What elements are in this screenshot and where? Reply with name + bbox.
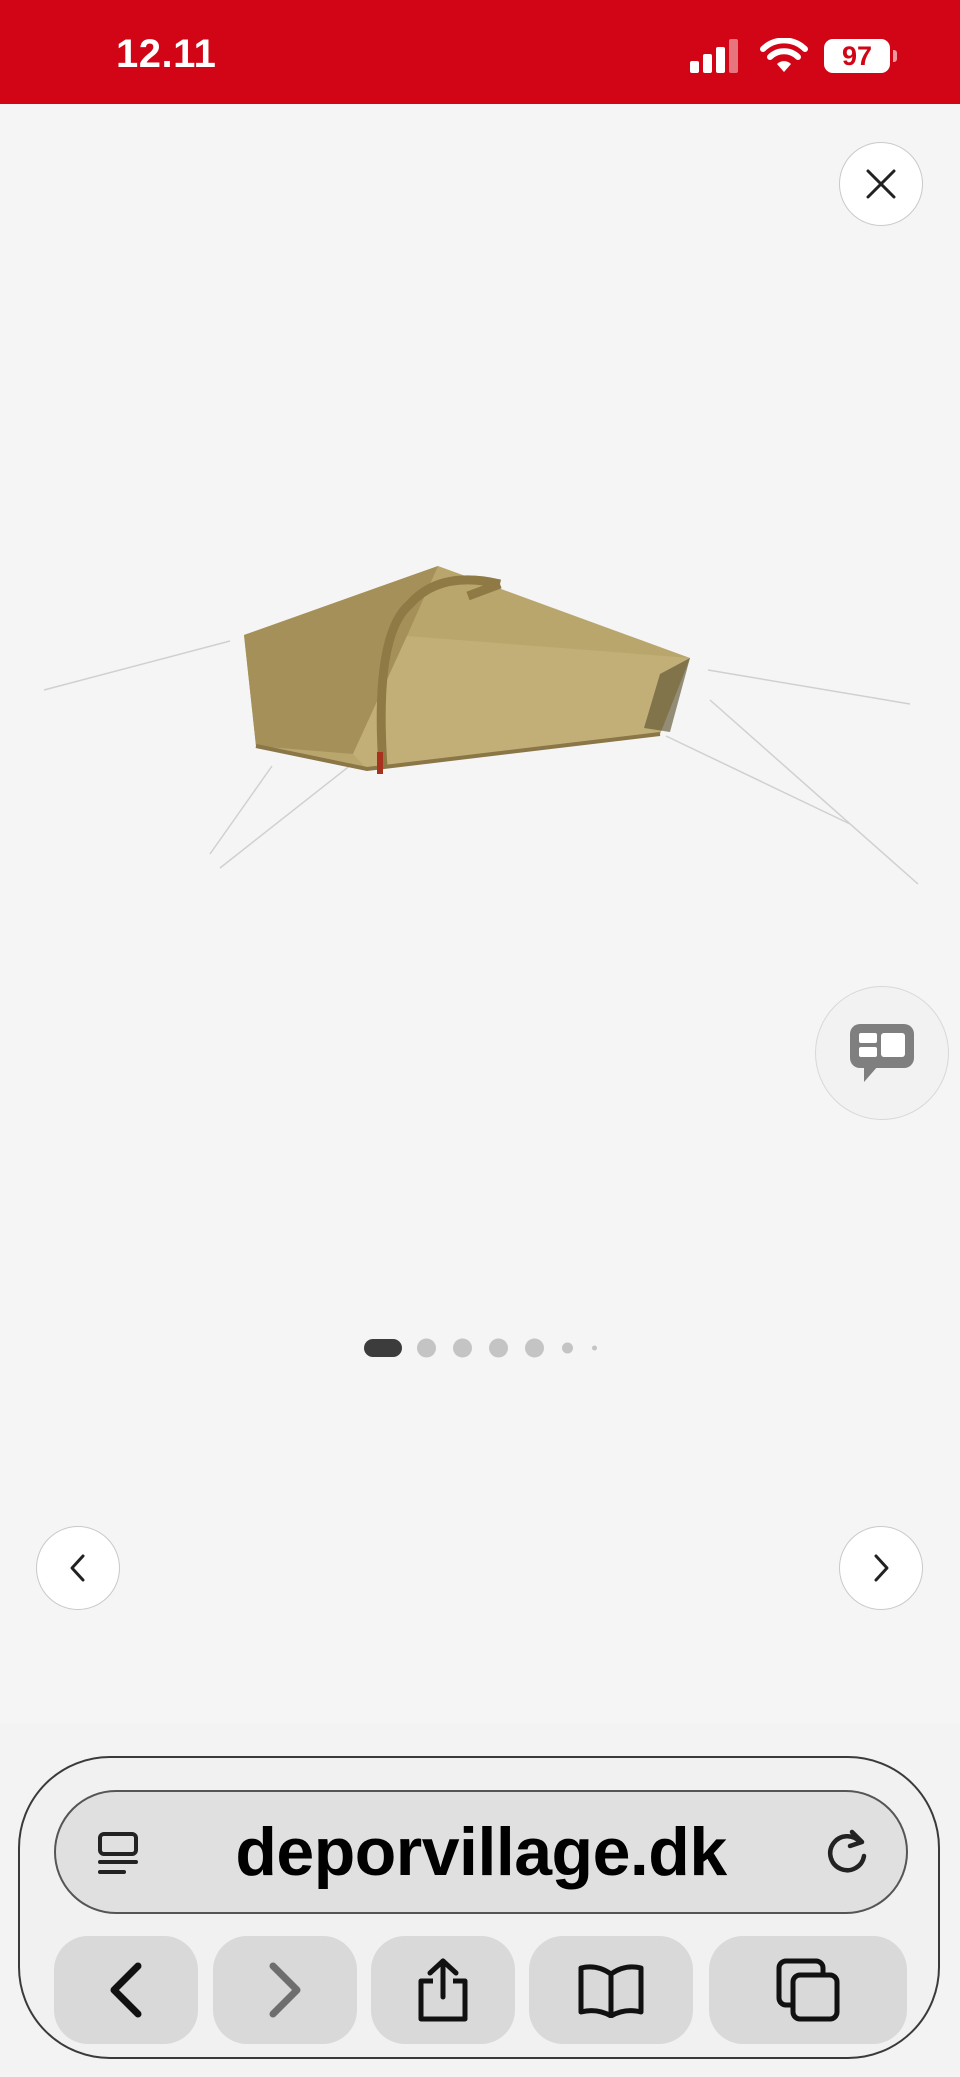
chevron-right-icon	[874, 1554, 889, 1582]
close-button[interactable]	[839, 142, 923, 226]
next-image-button[interactable]	[839, 1526, 923, 1610]
forward-icon	[269, 1962, 301, 2018]
chat-bubble-icon	[850, 1024, 914, 1082]
wifi-icon	[760, 38, 808, 72]
close-icon	[866, 169, 896, 199]
previous-image-button[interactable]	[36, 1526, 120, 1610]
tent-product-image	[43, 566, 919, 885]
share-button[interactable]	[371, 1936, 515, 2044]
bookmarks-icon	[578, 1964, 644, 2018]
slide-dot[interactable]	[562, 1342, 573, 1354]
address-bar[interactable]: deporvillage.dk	[54, 1790, 908, 1914]
url-text[interactable]: deporvillage.dk	[56, 1792, 906, 1912]
tabs-icon	[776, 1958, 840, 2022]
reload-icon[interactable]	[822, 1828, 872, 1878]
battery-level: 97	[841, 41, 873, 71]
browser-panel: deporvillage.dk	[18, 1756, 940, 2059]
slide-dot[interactable]	[489, 1338, 508, 1358]
slide-dot[interactable]	[453, 1338, 472, 1358]
bookmarks-button[interactable]	[529, 1936, 693, 2044]
slide-dot-active[interactable]	[364, 1339, 402, 1357]
status-time: 12.11	[116, 32, 217, 76]
share-icon	[418, 1958, 468, 2022]
battery-indicator: 97	[824, 39, 897, 73]
image-gallery[interactable]	[0, 104, 960, 1724]
chat-button[interactable]	[815, 986, 949, 1120]
tabs-button[interactable]	[709, 1936, 907, 2044]
slide-dot[interactable]	[417, 1338, 436, 1358]
browser-toolbar: deporvillage.dk	[0, 1724, 960, 2077]
back-button[interactable]	[54, 1936, 198, 2044]
slide-indicator	[0, 1336, 960, 1360]
cellular-signal-icon	[690, 39, 738, 73]
back-icon	[110, 1962, 142, 2018]
chevron-left-icon	[70, 1554, 85, 1582]
status-icons: 97	[690, 36, 897, 76]
status-bar: 12.11 97	[0, 0, 960, 104]
slide-dot[interactable]	[525, 1338, 544, 1358]
forward-button[interactable]	[213, 1936, 357, 2044]
battery-tip	[893, 50, 897, 62]
slide-dot[interactable]	[592, 1345, 597, 1351]
